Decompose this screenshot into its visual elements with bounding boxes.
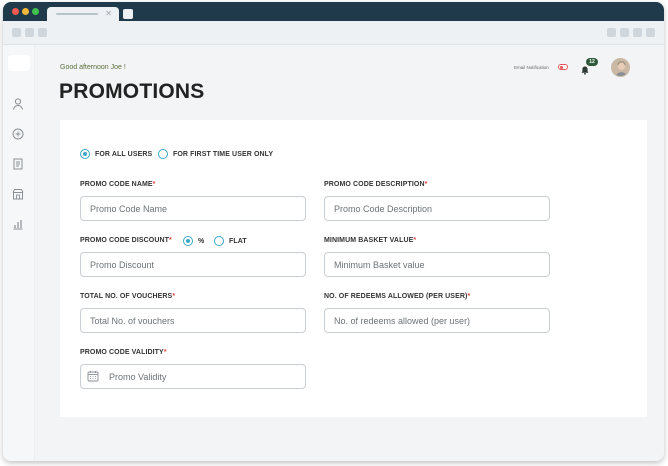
promo-code-description-input[interactable] (324, 196, 550, 221)
tab-close-icon[interactable]: ✕ (105, 8, 112, 20)
discount-type-flat[interactable]: FLAT (214, 236, 247, 246)
radio-button[interactable] (183, 236, 193, 246)
redeems-allowed-label: NO. OF REDEEMS ALLOWED (PER USER)* (324, 293, 470, 300)
label-text: MINIMUM BASKET VALUE (324, 237, 414, 244)
radio-label: FOR ALL USERS (95, 150, 153, 158)
required-marker: * (152, 181, 156, 188)
required-marker: * (424, 181, 428, 188)
promo-code-description-label: PROMO CODE DESCRIPTION* (324, 181, 427, 188)
chart-icon[interactable] (11, 217, 25, 231)
label-text: TOTAL NO. OF VOUCHERS (80, 293, 173, 300)
required-marker: * (467, 293, 471, 300)
minimum-basket-value-label: MINIMUM BASKET VALUE* (324, 237, 416, 244)
email-notification-toggle[interactable] (558, 64, 568, 70)
label-text: NO. OF REDEEMS ALLOWED (PER USER) (324, 293, 468, 300)
logo[interactable] (8, 55, 30, 71)
browser-toolbar (3, 21, 664, 45)
new-tab-button[interactable] (123, 9, 133, 19)
browser-window: ✕ Good afternoon Joe ! PROMOTIONS Email … (3, 2, 664, 461)
maximize-window-button[interactable] (32, 8, 39, 15)
toggle-knob (560, 66, 563, 69)
reload-button[interactable] (38, 28, 47, 37)
email-notification-label: Email Notification (514, 65, 549, 70)
promo-code-name-label: PROMO CODE NAME* (80, 181, 156, 188)
add-circle-icon[interactable] (11, 127, 25, 141)
required-marker: * (169, 237, 172, 244)
promo-validity-input[interactable] (80, 364, 306, 389)
promo-code-discount-label: PROMO CODE DISCOUNT* (80, 237, 172, 244)
radio-button[interactable] (158, 149, 168, 159)
sidebar (3, 45, 35, 461)
browser-titlebar: ✕ (3, 2, 664, 21)
browser-tab[interactable]: ✕ (47, 7, 119, 21)
promo-code-validity-label: PROMO CODE VALIDITY* (80, 349, 167, 356)
label-text: PROMO CODE NAME (80, 181, 153, 188)
promo-code-name-input[interactable] (80, 196, 306, 221)
notification-count-badge: 12 (586, 58, 598, 66)
toolbar-extension-button[interactable] (620, 28, 629, 37)
radio-label: % (198, 237, 205, 245)
redeems-allowed-input[interactable] (324, 308, 550, 333)
toolbar-extension-button[interactable] (607, 28, 616, 37)
back-button[interactable] (12, 28, 21, 37)
required-marker: * (163, 349, 167, 356)
label-text: PROMO CODE DESCRIPTION (324, 181, 425, 188)
browser-menu-button[interactable] (646, 28, 655, 37)
minimum-basket-value-input[interactable] (324, 252, 550, 277)
promotion-form-card: FOR ALL USERS FOR FIRST TIME USER ONLY P… (60, 120, 647, 417)
minimize-window-button[interactable] (22, 8, 29, 15)
radio-button[interactable] (80, 149, 90, 159)
avatar[interactable] (611, 58, 630, 77)
required-marker: * (172, 293, 176, 300)
user-icon[interactable] (11, 97, 25, 111)
label-text: PROMO CODE VALIDITY (80, 349, 164, 356)
tab-title-placeholder (56, 13, 98, 15)
required-marker: * (413, 237, 417, 244)
audience-option-first-time-users[interactable]: FOR FIRST TIME USER ONLY (158, 149, 273, 159)
label-text: PROMO CODE DISCOUNT (80, 237, 170, 244)
radio-button[interactable] (214, 236, 224, 246)
store-icon[interactable] (11, 187, 25, 201)
main-content: Good afternoon Joe ! PROMOTIONS Email No… (36, 45, 664, 461)
close-window-button[interactable] (12, 8, 19, 15)
total-vouchers-input[interactable] (80, 308, 306, 333)
radio-label: FLAT (229, 237, 247, 245)
forward-button[interactable] (25, 28, 34, 37)
page-title: PROMOTIONS (59, 80, 205, 103)
audience-option-all-users[interactable]: FOR ALL USERS (80, 149, 152, 159)
calendar-icon[interactable] (87, 370, 99, 382)
greeting-text: Good afternoon Joe ! (60, 64, 126, 71)
radio-label: FOR FIRST TIME USER ONLY (173, 150, 274, 158)
receipt-icon[interactable] (11, 157, 25, 171)
total-vouchers-label: TOTAL NO. OF VOUCHERS* (80, 293, 175, 300)
toolbar-extension-button[interactable] (633, 28, 642, 37)
discount-type-percent[interactable]: % (183, 236, 204, 246)
promo-discount-input[interactable] (80, 252, 306, 277)
